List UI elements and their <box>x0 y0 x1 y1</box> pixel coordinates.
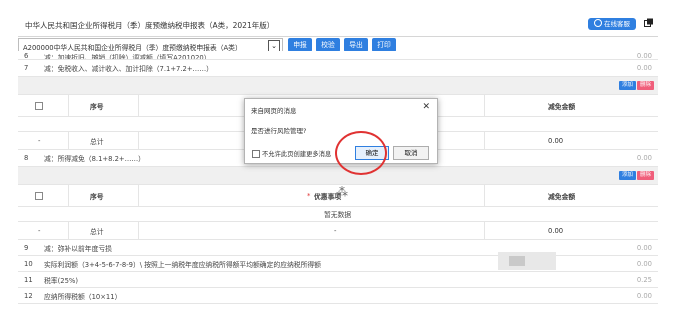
redacted-area <box>498 252 556 270</box>
redacted-area-inner <box>509 256 525 266</box>
row-label: 减：弥补以前年度亏损 <box>44 244 112 253</box>
row-label: 税率(25%) <box>44 276 79 285</box>
total-label: 总计 <box>90 227 104 236</box>
row-label: 应纳所得税额（10×11） <box>44 292 122 301</box>
total-item-dash: - <box>334 226 337 235</box>
table-row: 10 实际利润额（3+4-5-6-7-8-9）\ 按照上一纳税年度应纳税所得额平… <box>18 256 658 272</box>
table-row: 7 减：免税收入、减计收入、加计扣除（7.1+7.2+……） 0.00 <box>18 60 658 77</box>
table-row: 6 减：加速折旧、摊销（扣除）调减额（填写A201020） 0.00 <box>18 51 658 60</box>
row-value: 0.00 <box>636 52 652 60</box>
row-value: 0.00 <box>636 291 652 300</box>
dialog-message: 是否进行风险管理? <box>251 127 307 135</box>
loading-icon: ⁂ <box>336 185 348 199</box>
suppress-messages-checkbox[interactable] <box>252 150 260 158</box>
row-label: 减：免税收入、减计收入、加计扣除（7.1+7.2+……） <box>44 65 213 73</box>
row-number: 6 <box>24 52 29 60</box>
total-label: 总计 <box>90 137 104 146</box>
row-value: 0.00 <box>636 64 652 72</box>
add-button[interactable]: 添加 <box>618 81 636 90</box>
title-bar: 中华人民共和国企业所得税月（季）度预缴纳税申报表（A类，2021年版） 在线客服 <box>18 12 658 37</box>
row-label: 实际利润额（3+4-5-6-7-8-9）\ 按照上一纳税年度应纳税所得额平均额确… <box>44 260 321 269</box>
online-help-button[interactable]: 在线客服 <box>588 18 636 30</box>
row-number: 8 <box>24 154 29 162</box>
row-label: 减：所得减免（8.1+8.2+……） <box>44 155 145 163</box>
declare-button[interactable]: 申报 <box>288 38 312 52</box>
print-button[interactable]: 打印 <box>372 38 396 52</box>
dialog-title: 来自网页的消息 <box>251 107 297 115</box>
headset-icon <box>594 19 602 27</box>
row-number: 11 <box>24 275 33 284</box>
add-button[interactable]: 添加 <box>618 171 636 180</box>
sub-table-2-actions: 添加 删除 <box>18 167 658 185</box>
close-icon[interactable]: ✕ <box>422 102 430 112</box>
column-header-seq: 序号 <box>90 102 104 111</box>
delete-button[interactable]: 删除 <box>636 81 654 90</box>
delete-button[interactable]: 删除 <box>636 171 654 180</box>
cancel-button[interactable]: 取消 <box>393 146 429 160</box>
required-mark: * <box>307 191 311 200</box>
sub-table-2-empty: 暂无数据 <box>18 207 658 222</box>
row-number: 10 <box>24 259 33 268</box>
empty-text: 暂无数据 <box>324 211 352 219</box>
form-content: 6 减：加速折旧、摊销（扣除）调减额（填写A201020） 0.00 7 减：免… <box>18 51 658 310</box>
online-help-label: 在线客服 <box>604 20 630 28</box>
row-value: 0.00 <box>636 154 652 162</box>
table-row: 11 税率(25%) 0.25 <box>18 272 658 288</box>
total-dash: - <box>38 226 41 235</box>
row-number: 7 <box>24 64 29 72</box>
validate-button[interactable]: 校验 <box>316 38 340 52</box>
row-value: 0.00 <box>636 243 652 252</box>
export-button[interactable]: 导出 <box>344 38 368 52</box>
row-number: 12 <box>24 291 33 300</box>
row-number: 9 <box>24 243 29 252</box>
sub-table-1-actions: 添加 删除 <box>18 77 658 95</box>
table-row: 9 减：弥补以前年度亏损 0.00 <box>18 240 658 256</box>
select-all-checkbox[interactable] <box>35 101 43 110</box>
open-external-icon[interactable] <box>644 18 654 28</box>
sub-table-2-total: - 总计 - 0.00 <box>18 222 658 240</box>
row-value: 0.25 <box>636 275 652 284</box>
total-value: 0.00 <box>548 226 564 235</box>
suppress-messages-label: 不允许此页创建更多消息 <box>262 151 332 158</box>
window-title: 中华人民共和国企业所得税月（季）度预缴纳税申报表（A类，2021年版） <box>25 21 275 30</box>
row-label: 减：加速折旧、摊销（扣除）调减额（填写A201020） <box>44 54 211 60</box>
table-row: 12 应纳所得税额（10×11） 0.00 <box>18 288 658 304</box>
select-all-checkbox[interactable] <box>35 191 43 200</box>
column-header-amount: 减免金额 <box>548 192 576 201</box>
total-dash: - <box>38 136 41 145</box>
row-value: 0.00 <box>636 259 652 268</box>
column-header-amount: 减免金额 <box>548 102 576 111</box>
total-value: 0.00 <box>548 136 564 145</box>
column-header-seq: 序号 <box>90 192 104 201</box>
annotation-circle <box>335 131 387 175</box>
